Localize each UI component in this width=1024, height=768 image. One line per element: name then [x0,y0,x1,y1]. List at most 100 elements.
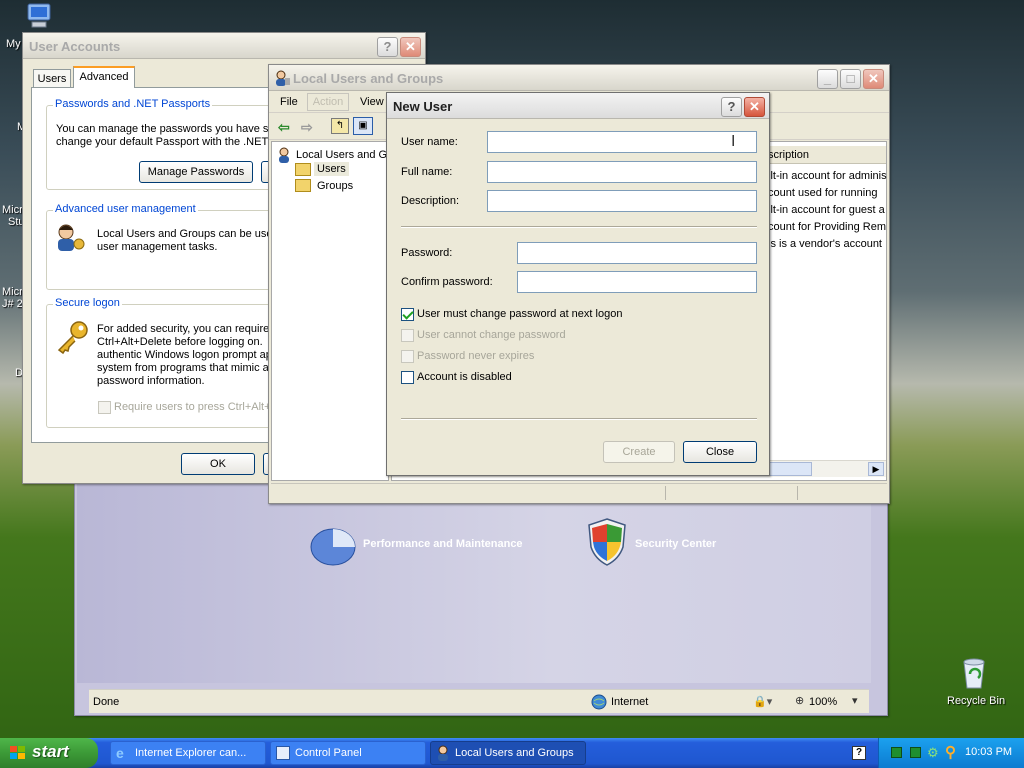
help-button[interactable]: ? [377,37,398,57]
windows-logo-icon [10,746,26,760]
separator-1 [401,226,757,228]
description-label: Description: [401,195,460,207]
require-ctrl-alt-del-label[interactable]: Require users to press Ctrl+Alt+ [114,401,271,413]
create-button[interactable]: Create [603,441,675,463]
passports-text-1: You can manage the passwords you have st [56,123,272,135]
new-user-help-button[interactable]: ? [721,97,742,117]
recycle-bin-icon[interactable] [958,656,990,690]
description-column-header[interactable]: scription [764,146,886,164]
close-button[interactable]: ✕ [400,37,421,57]
never-expires-label[interactable]: Password never expires [417,350,534,362]
must-change-password-checkbox[interactable] [401,308,414,321]
description-header-text: scription [768,149,809,161]
secure-text-2: Ctrl+Alt+Delete before logging on. [97,336,263,348]
close-dialog-button[interactable]: Close [683,441,757,463]
user-name-field[interactable] [487,131,757,153]
forward-arrow-icon[interactable]: ⇨ [301,119,313,136]
separator-2 [401,418,757,420]
my-computer-icon[interactable] [22,2,56,30]
user-accounts-title: User Accounts [29,39,121,54]
password-field[interactable] [517,242,757,264]
tree-item-users[interactable]: Users [314,162,349,176]
lusrmgr-titlebar[interactable]: Local Users and Groups _ □ ✕ [269,65,889,91]
desktop-label-recycle-bin[interactable]: Recycle Bin [947,695,1005,707]
desktop-label-micr-2[interactable]: Micr [2,286,23,298]
lusrmgr-task-icon [436,745,452,761]
performance-maintenance-icon[interactable] [309,521,359,567]
tray-connection-icon[interactable]: ⚙ [927,745,939,761]
up-folder-icon[interactable]: ↰ [331,118,349,134]
account-disabled-label[interactable]: Account is disabled [417,371,512,383]
new-user-title: New User [393,99,453,114]
tab-advanced[interactable]: Advanced [73,66,135,88]
desktop-label-j2[interactable]: J# 2 [2,298,23,310]
groups-folder-icon [295,179,311,192]
ie-icon: e [116,745,124,761]
menu-file[interactable]: File [280,96,298,108]
require-ctrl-alt-del-checkbox[interactable] [98,401,111,414]
help-tray-icon[interactable]: ? [852,746,866,760]
desc-row-3[interactable]: ilt-in account for guest a [768,204,885,216]
confirm-password-field[interactable] [517,271,757,293]
manage-passwords-button[interactable]: Manage Passwords [139,161,253,183]
advanced-text-1: Local Users and Groups can be used [97,228,279,240]
secure-text-4: system from programs that mimic a [97,362,269,374]
tray-search-icon[interactable]: ⚲ [945,743,956,761]
show-hide-tree-icon[interactable]: ▣ [353,117,373,135]
cannot-change-password-label[interactable]: User cannot change password [417,329,566,341]
lusrmgr-close-button[interactable]: ✕ [863,69,884,89]
never-expires-checkbox[interactable] [401,350,414,363]
ok-button[interactable]: OK [181,453,255,475]
control-panel-content: Performance and Maintenance Security Cen… [77,481,871,683]
task-control-panel[interactable]: Control Panel [270,741,426,765]
task-control-panel-label: Control Panel [295,747,362,759]
lusrmgr-status-bar [271,483,887,501]
tree-item-groups[interactable]: Groups [317,180,353,192]
passports-text-2: change your default Passport with the .N… [56,136,269,148]
desc-row-5[interactable]: is is a vendor's account [768,238,882,250]
text-cursor-icon: I [731,133,736,150]
new-user-close-button[interactable]: ✕ [744,97,765,117]
desc-row-1[interactable]: ilt-in account for adminis [768,170,887,182]
tray-network-icon-2[interactable] [910,747,921,758]
task-local-users-groups[interactable]: Local Users and Groups [430,741,586,765]
desc-row-2[interactable]: count used for running [768,187,877,199]
user-accounts-titlebar[interactable]: User Accounts ? ✕ [23,33,425,59]
menu-view[interactable]: View [360,96,384,108]
privacy-icon[interactable]: 🔒▾ [753,695,781,709]
minimize-button[interactable]: _ [817,69,838,89]
menu-action[interactable]: Action [307,93,349,111]
must-change-password-label[interactable]: User must change password at next logon [417,308,622,320]
desc-row-4[interactable]: count for Providing Rem [768,221,886,233]
zoom-dropdown-icon[interactable]: ▾ [852,694,858,707]
start-button[interactable]: start [0,738,98,768]
zoom-icon[interactable]: ⊕ [795,694,804,707]
full-name-label: Full name: [401,166,453,178]
task-ie-label: Internet Explorer can... [135,747,247,759]
maximize-button[interactable]: □ [840,69,861,89]
description-field[interactable] [487,190,757,212]
task-internet-explorer[interactable]: e Internet Explorer can... [110,741,266,765]
zoom-level[interactable]: 100% [809,696,837,708]
category-security-center[interactable]: Security Center [635,538,716,550]
internet-zone-label: Internet [611,696,649,708]
cannot-change-password-checkbox[interactable] [401,329,414,342]
desktop-label-my-computer[interactable]: My [6,38,21,50]
scroll-right-arrow-icon[interactable]: ▶ [868,462,884,476]
lusrmgr-title: Local Users and Groups [293,71,444,86]
full-name-field[interactable] [487,161,757,183]
back-arrow-icon[interactable]: ⇦ [278,119,290,136]
secure-text-5: password information. [97,375,205,387]
account-disabled-checkbox[interactable] [401,371,414,384]
taskbar: start e Internet Explorer can... Control… [0,738,1024,768]
tab-users[interactable]: Users [33,69,71,87]
control-panel-icon [276,746,290,760]
user-name-label: User name: [401,136,458,148]
tray-network-icon-1[interactable] [891,747,902,758]
tree-root[interactable]: Local Users and Gr [296,149,391,161]
desktop-label-micr[interactable]: Micr [2,204,23,216]
users-management-icon [54,223,86,253]
security-center-shield-icon[interactable] [585,517,629,567]
new-user-titlebar[interactable]: New User ? ✕ [387,93,769,119]
category-performance-maintenance[interactable]: Performance and Maintenance [363,538,523,550]
